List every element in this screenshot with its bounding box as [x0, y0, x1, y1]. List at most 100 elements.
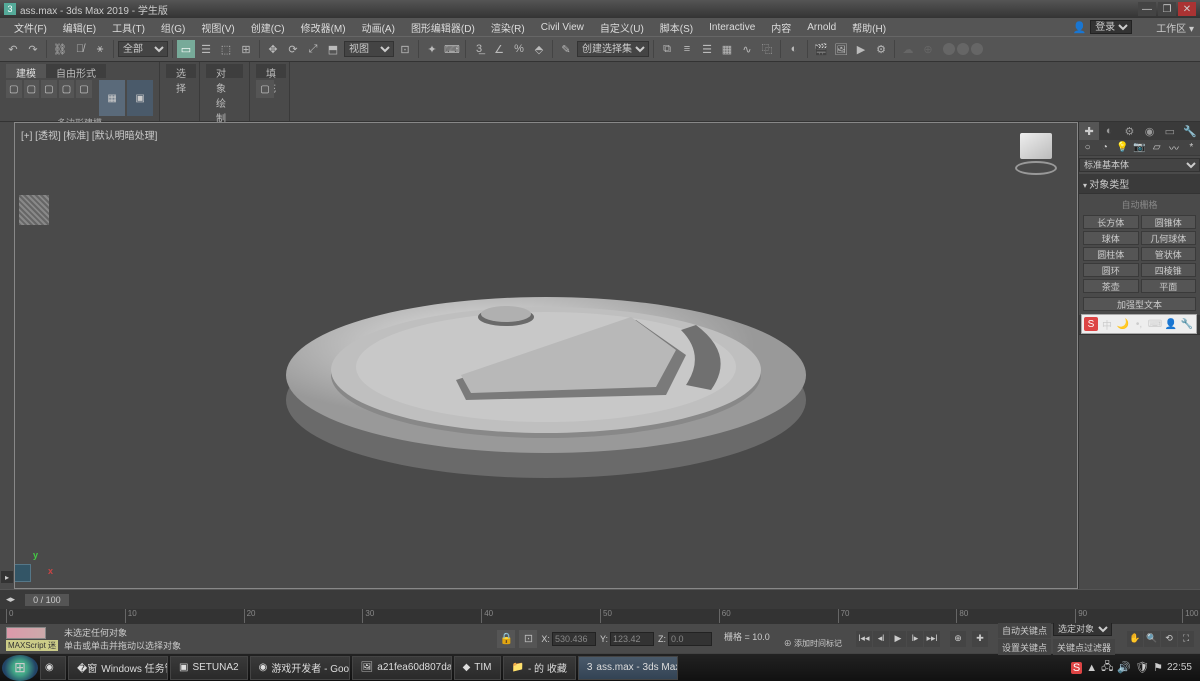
unlink-button[interactable]: ⛓̸	[71, 40, 89, 58]
taskbar-setuna[interactable]: ▣ SETUNA2	[170, 656, 248, 680]
taskbar-fav[interactable]: 📁 - 的 收藏	[503, 656, 576, 680]
menu-arnold[interactable]: Arnold	[799, 20, 844, 35]
menu-civilview[interactable]: Civil View	[533, 20, 592, 35]
autokey-button[interactable]: 自动关键点	[998, 622, 1051, 638]
cat-cameras[interactable]: 📷	[1131, 140, 1148, 155]
ribbon-tab-select[interactable]: 选择	[166, 64, 196, 78]
rib-poly-button[interactable]: ▣	[127, 80, 153, 116]
prim-cone[interactable]: 圆锥体	[1141, 215, 1197, 229]
menu-grapheditors[interactable]: 图形编辑器(D)	[403, 18, 483, 37]
menu-view[interactable]: 视图(V)	[193, 18, 242, 37]
window-crossing-button[interactable]: ⊞	[237, 40, 255, 58]
ime-keyboard-icon[interactable]: ⌨	[1148, 317, 1162, 331]
tab-modify[interactable]: ◐	[1099, 122, 1119, 140]
ref-coord-dropdown[interactable]: 视图	[344, 41, 394, 57]
ribbon-tab-modeling[interactable]: 建模	[6, 64, 46, 78]
minimize-button[interactable]: —	[1138, 2, 1156, 16]
prim-teapot[interactable]: 茶壶	[1083, 279, 1139, 293]
ime-person-icon[interactable]: 👤	[1164, 317, 1178, 331]
mirror-button[interactable]: ⧉	[658, 40, 676, 58]
align-button[interactable]: ≡	[678, 40, 696, 58]
percent-snap-button[interactable]: %	[510, 40, 528, 58]
ime-settings-icon[interactable]: 🔧	[1180, 317, 1194, 331]
login-dropdown[interactable]: 登录	[1090, 20, 1132, 34]
layers-button[interactable]: ☰	[698, 40, 716, 58]
menu-tools[interactable]: 工具(T)	[104, 18, 153, 37]
placement-button[interactable]: ⬒	[324, 40, 342, 58]
prim-textplus[interactable]: 加强型文本	[1083, 297, 1196, 311]
nav-pan-button[interactable]: ✋	[1127, 631, 1143, 647]
menu-group[interactable]: 组(G)	[153, 18, 193, 37]
ime-s-icon[interactable]: S	[1084, 317, 1098, 331]
user-icon[interactable]: 👤	[1072, 21, 1086, 34]
section-objecttype[interactable]: 对象类型	[1079, 174, 1200, 194]
ime-punct-icon[interactable]: •,	[1132, 317, 1146, 331]
prim-torus[interactable]: 圆环	[1083, 263, 1139, 277]
menu-help[interactable]: 帮助(H)	[844, 18, 894, 37]
ribbon-tab-freeform[interactable]: 自由形式	[46, 64, 106, 78]
angle-snap-button[interactable]: ∠	[490, 40, 508, 58]
keyboard-button[interactable]: ⌨	[443, 40, 461, 58]
nav-zoom-button[interactable]: 🔍	[1144, 631, 1160, 647]
taskbar-3dsmax[interactable]: 3 ass.max - 3ds Max...	[578, 656, 678, 680]
prev-frame-button[interactable]: ◂l	[873, 631, 889, 647]
quality-high-icon[interactable]	[971, 43, 983, 55]
edit-selset-button[interactable]: ✎	[557, 40, 575, 58]
prim-plane[interactable]: 平面	[1141, 279, 1197, 293]
time-ruler[interactable]: 0 10 20 30 40 50 60 70 80 90 100	[6, 609, 1194, 623]
rib-populate-btn[interactable]: ▢	[256, 80, 274, 98]
taskbar-taskmgr[interactable]: �窗 Windows 任务管理器	[68, 656, 168, 680]
addtime-label[interactable]: ⊕ 添加时间标记	[784, 638, 842, 649]
prim-sphere[interactable]: 球体	[1083, 231, 1139, 245]
keyfilter-button[interactable]: 关键点过滤器	[1053, 639, 1115, 655]
render-preset-button[interactable]: ⚙	[872, 40, 890, 58]
prim-box[interactable]: 长方体	[1083, 215, 1139, 229]
render-frame-button[interactable]: 🖼	[832, 40, 850, 58]
viewcube[interactable]	[1015, 133, 1057, 175]
rib-btn-3[interactable]: ▢	[41, 80, 57, 98]
tab-hierarchy[interactable]: ⚙	[1119, 122, 1139, 140]
tray-up-icon[interactable]: ▲	[1086, 662, 1097, 674]
viewport-label[interactable]: [+] [透视] [标准] [默认明暗处理]	[21, 127, 157, 142]
tab-create[interactable]: ✚	[1079, 122, 1099, 140]
render-cloud-button[interactable]: ☁	[899, 40, 917, 58]
tray-clock[interactable]: 22:55	[1167, 662, 1192, 673]
tray-flag-icon[interactable]: ⚑	[1153, 661, 1163, 674]
time-config-button[interactable]: ✚	[972, 631, 988, 647]
next-frame-button[interactable]: l▸	[907, 631, 923, 647]
move-button[interactable]: ✥	[264, 40, 282, 58]
prim-pyramid[interactable]: 四棱锥	[1141, 263, 1197, 277]
material-editor-button[interactable]: ◐	[785, 40, 803, 58]
start-button[interactable]: ⊞	[2, 655, 38, 681]
subcategory-dropdown[interactable]: 标准基本体	[1079, 158, 1200, 172]
rib-btn-2[interactable]: ▢	[24, 80, 40, 98]
undo-button[interactable]: ↶	[4, 40, 22, 58]
goto-end-button[interactable]: ▸▸l	[924, 631, 940, 647]
named-selset[interactable]: 创建选择集	[577, 41, 649, 57]
render-a360-button[interactable]: ⊕	[919, 40, 937, 58]
isolate-icon[interactable]: ⊡	[519, 630, 537, 648]
color-swatch[interactable]	[6, 627, 46, 639]
render-setup-button[interactable]: 🎬	[812, 40, 830, 58]
autogrid-checkbox[interactable]: 自动栅格	[1081, 196, 1198, 213]
select-object-button[interactable]: ▭	[177, 40, 195, 58]
snap-3-button[interactable]: 3̲	[470, 40, 488, 58]
cat-helpers[interactable]: ▱	[1148, 140, 1165, 155]
menu-file[interactable]: 文件(F)	[6, 18, 55, 37]
tray-net-icon[interactable]: 🖧	[1101, 658, 1113, 677]
render-button[interactable]: ▶	[852, 40, 870, 58]
menu-customize[interactable]: 自定义(U)	[592, 18, 652, 37]
keyfilter-sel-dropdown[interactable]: 选定对象	[1053, 622, 1112, 636]
bind-button[interactable]: ⚹	[91, 40, 109, 58]
tray-vol-icon[interactable]: 🔊	[1117, 661, 1131, 674]
rib-modifiers-button[interactable]: ▦	[99, 80, 125, 116]
scale-button[interactable]: ⤢	[304, 40, 322, 58]
prim-cylinder[interactable]: 圆柱体	[1083, 247, 1139, 261]
lock-icon[interactable]: 🔒	[497, 630, 515, 648]
menu-modifiers[interactable]: 修改器(M)	[293, 18, 354, 37]
cat-systems[interactable]: *	[1183, 140, 1200, 155]
workspace-label[interactable]: 工作区 ▾	[1156, 20, 1194, 35]
coord-y-input[interactable]	[610, 632, 654, 646]
tab-display[interactable]: ▭	[1160, 122, 1180, 140]
rib-btn-5[interactable]: ▢	[76, 80, 92, 98]
